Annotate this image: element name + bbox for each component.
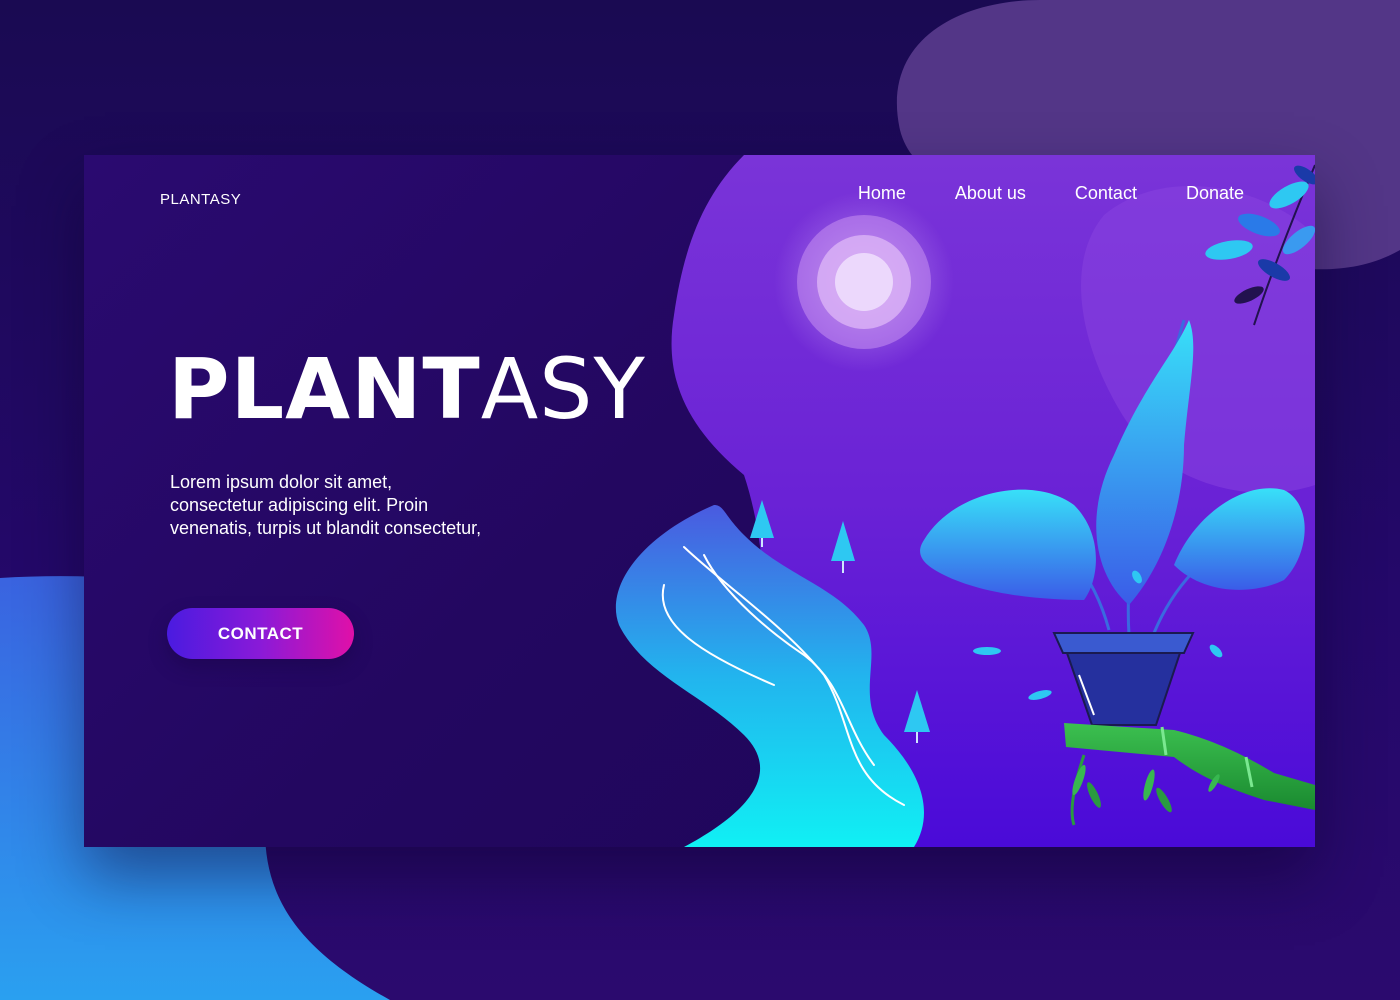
- brand-logo[interactable]: PLANTASY: [160, 191, 241, 208]
- nav-home-link[interactable]: Home: [858, 183, 906, 204]
- hero-title-bold: PLANT: [168, 340, 481, 438]
- hero-title-light: ASY: [480, 340, 646, 438]
- moon-illustration: [774, 192, 954, 372]
- hero-description: Lorem ipsum dolor sit amet, consectetur …: [170, 472, 482, 538]
- nav-contact-link[interactable]: Contact: [1075, 183, 1137, 204]
- hero-title: PLANTASY: [168, 347, 646, 431]
- nav-donate-link[interactable]: Donate: [1186, 183, 1244, 204]
- landing-card: PLANTASY Home About us Contact Donate PL…: [84, 155, 1315, 847]
- contact-button[interactable]: CONTACT: [167, 608, 354, 659]
- main-nav: Home About us Contact Donate: [858, 183, 1244, 204]
- nav-about-link[interactable]: About us: [955, 183, 1026, 204]
